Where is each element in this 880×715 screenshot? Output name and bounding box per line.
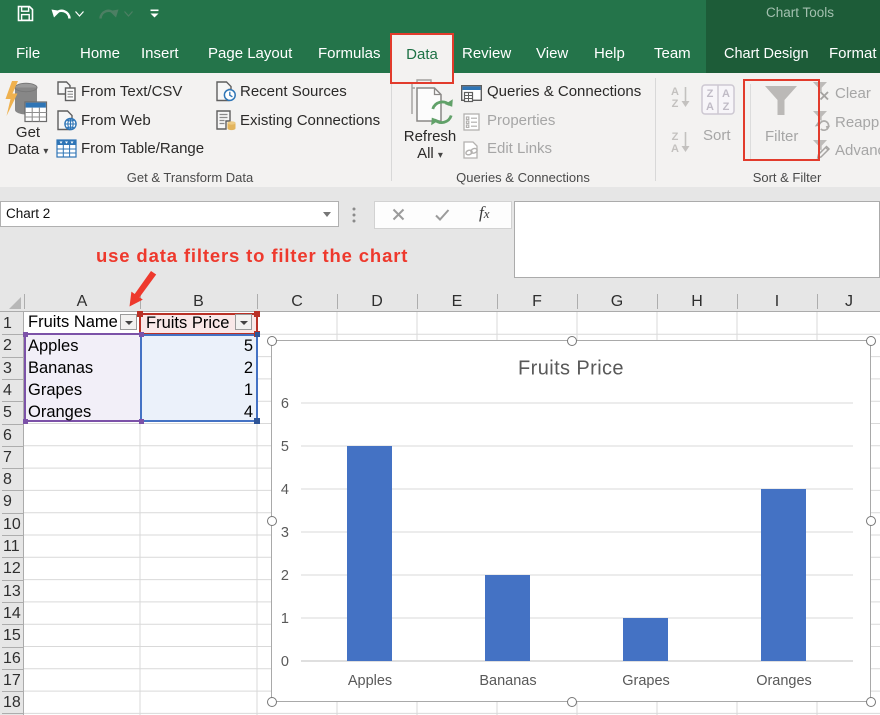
svg-text:A: A: [722, 88, 730, 100]
svg-text:Z: Z: [707, 88, 714, 100]
svg-text:Fruits Price: Fruits Price: [518, 358, 624, 380]
svg-text:Grapes: Grapes: [622, 673, 670, 689]
svg-text:Z: Z: [672, 131, 679, 143]
svg-text:Z: Z: [672, 98, 679, 110]
svg-text:A: A: [706, 101, 714, 113]
svg-text:6: 6: [281, 396, 289, 412]
svg-text:Apples: Apples: [348, 673, 392, 689]
svg-text:Bananas: Bananas: [479, 673, 536, 689]
svg-text:1: 1: [281, 611, 289, 627]
svg-text:4: 4: [281, 482, 289, 498]
svg-text:0: 0: [281, 654, 289, 670]
svg-text:A: A: [671, 86, 679, 98]
svg-text:5: 5: [281, 439, 289, 455]
svg-text:Z: Z: [723, 101, 730, 113]
svg-text:Oranges: Oranges: [756, 673, 812, 689]
svg-text:2: 2: [281, 568, 289, 584]
svg-text:A: A: [671, 143, 679, 155]
svg-text:3: 3: [281, 525, 289, 541]
